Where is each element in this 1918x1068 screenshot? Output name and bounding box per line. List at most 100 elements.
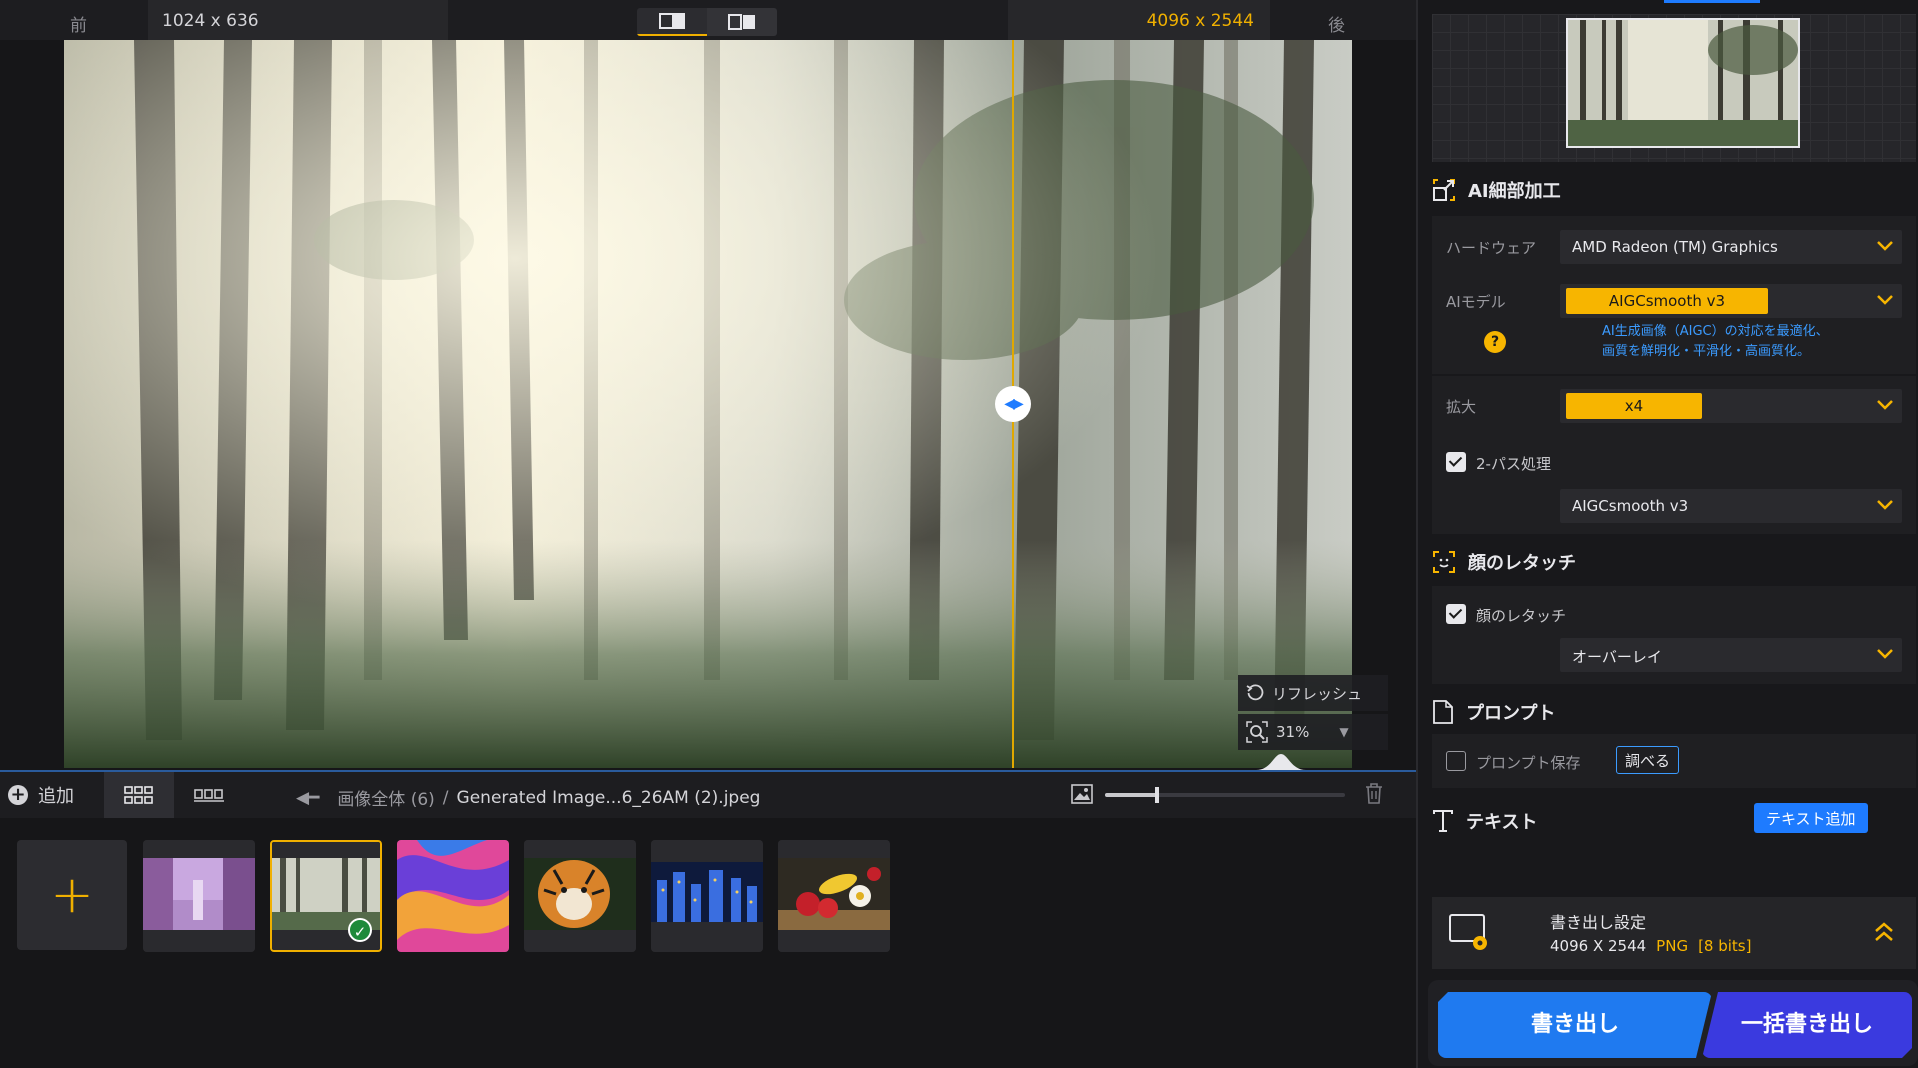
- scale-value: x4: [1566, 393, 1702, 419]
- ai-model-select[interactable]: AIGCsmooth v3: [1560, 284, 1902, 318]
- two-pass-model-select[interactable]: AIGCsmooth v3: [1560, 489, 1902, 523]
- two-pass-checkbox[interactable]: [1446, 452, 1466, 472]
- prompt-save-label: プロンプト保存: [1476, 754, 1581, 772]
- ai-upscale-icon: [1433, 179, 1455, 201]
- zoom-icon: [1246, 721, 1268, 743]
- add-image-tile[interactable]: +: [17, 840, 127, 950]
- add-text-button[interactable]: テキスト追加: [1754, 803, 1868, 833]
- text-section-header: テキスト: [1432, 808, 1537, 834]
- split-view-button[interactable]: [637, 8, 707, 36]
- two-pass-label: 2-パス処理: [1476, 455, 1551, 473]
- breadcrumb: ◀━ 画像全体 (6) / Generated Image...6_26AM (…: [296, 785, 760, 811]
- export-settings[interactable]: 書き出し設定 4096 X 2544 PNG [8 bits]: [1432, 897, 1916, 969]
- two-pass-model-value: AIGCsmooth v3: [1572, 497, 1689, 515]
- image-size-icon: [1071, 784, 1093, 804]
- examine-button[interactable]: 調べる: [1616, 746, 1680, 774]
- refresh-label: リフレッシュ: [1272, 684, 1363, 703]
- thumbnail-misty-forest[interactable]: ✓: [270, 840, 382, 952]
- prompt-section-title: プロンプト: [1466, 703, 1556, 724]
- settings-panel: AI細部加工 ハードウェア AMD Radeon (TM) Graphics A…: [1416, 0, 1918, 1068]
- abstract-waves-image: [397, 840, 509, 952]
- ai-model-hint-line1: AI生成画像（AIGC）の対応を最適化、: [1602, 324, 1829, 339]
- divider: [1432, 374, 1916, 376]
- thumbnail-strip: + ✓: [0, 818, 1416, 1068]
- back-arrow-icon[interactable]: ◀━: [296, 788, 319, 808]
- grid-view-button[interactable]: [104, 772, 174, 818]
- ai-section-header: AI細部加工: [1432, 177, 1561, 203]
- drag-arrows-icon: ◀▶: [1004, 396, 1023, 412]
- ai-section-title: AI細部加工: [1468, 181, 1561, 202]
- ai-model-hint-line2: 画質を鮮明化・平滑化・高画質化。: [1602, 344, 1811, 359]
- slider-fill: [1105, 793, 1157, 797]
- face-retouch-label: 顔のレタッチ: [1476, 607, 1567, 625]
- thumbnail-size-slider[interactable]: [1105, 787, 1345, 803]
- slider-knob[interactable]: [1155, 787, 1159, 803]
- navigator-thumbnail[interactable]: [1566, 18, 1800, 148]
- export-settings-title: 書き出し設定: [1550, 913, 1647, 932]
- export-summary: 4096 X 2544 PNG [8 bits]: [1550, 937, 1751, 955]
- filmstrip-view-button[interactable]: [174, 772, 244, 818]
- fruit-flowers-image: [778, 840, 890, 952]
- after-label: 後: [1328, 16, 1345, 36]
- chevron-down-icon: ▼: [1339, 725, 1349, 739]
- thumbnail-night-city[interactable]: [651, 840, 763, 952]
- ai-model-label: AIモデル: [1446, 293, 1506, 311]
- image-compare-viewer[interactable]: ◀▶: [64, 40, 1352, 768]
- scale-label: 拡大: [1446, 398, 1477, 416]
- breadcrumb-root[interactable]: 画像全体 (6): [337, 785, 434, 810]
- anime-city-image: [143, 840, 255, 952]
- refresh-button[interactable]: リフレッシュ: [1238, 675, 1388, 711]
- face-retouch-checkbox[interactable]: [1446, 604, 1466, 624]
- ai-model-value: AIGCsmooth v3: [1566, 288, 1768, 314]
- chevron-down-icon: [1877, 400, 1893, 410]
- panel-tab-indicator: [1664, 0, 1760, 3]
- before-label: 前: [70, 16, 87, 36]
- prompt-save-checkbox[interactable]: [1446, 751, 1466, 771]
- side-by-side-icon: [728, 14, 755, 30]
- prompt-settings-box: プロンプト保存 調べる: [1432, 734, 1916, 788]
- face-settings-box: 顔のレタッチ オーバーレイ: [1432, 586, 1916, 684]
- trash-icon[interactable]: [1364, 782, 1384, 804]
- batch-export-button[interactable]: 一括書き出し: [1702, 992, 1912, 1058]
- night-city-image: [651, 840, 763, 952]
- face-mode-value: オーバーレイ: [1572, 648, 1662, 666]
- ai-settings-box: ハードウェア AMD Radeon (TM) Graphics AIモデル AI…: [1432, 216, 1916, 534]
- text-icon: [1433, 810, 1453, 832]
- scale-select[interactable]: x4: [1560, 389, 1902, 423]
- export-format: PNG: [1656, 937, 1689, 955]
- export-button[interactable]: 書き出し: [1438, 992, 1712, 1058]
- plus-circle-icon: +: [8, 785, 28, 805]
- thumbnail-anime-city[interactable]: [143, 840, 255, 952]
- hardware-value: AMD Radeon (TM) Graphics: [1572, 238, 1778, 256]
- add-image-button[interactable]: + 追加: [8, 782, 74, 808]
- thumbnail-abstract-waves[interactable]: [397, 840, 509, 952]
- hardware-select[interactable]: AMD Radeon (TM) Graphics: [1560, 230, 1902, 264]
- help-icon[interactable]: ?: [1484, 331, 1506, 353]
- face-section-title: 顔のレタッチ: [1468, 553, 1576, 574]
- chevron-down-icon: [1877, 649, 1893, 659]
- chevron-double-up-icon[interactable]: [1874, 921, 1894, 943]
- hardware-label: ハードウェア: [1446, 239, 1537, 257]
- chevron-down-icon: [1877, 241, 1893, 251]
- compare-topbar: 前 1024 x 636 4096 x 2544 後: [0, 0, 1416, 40]
- gallery-toolbar: + 追加 ◀━ 画像全体 (6) / Generated Image...6_2…: [0, 770, 1416, 818]
- chevron-down-icon: [1877, 295, 1893, 305]
- chevron-down-icon: [1877, 500, 1893, 510]
- face-section-header: 顔のレタッチ: [1432, 549, 1576, 575]
- histogram-icon: [1256, 754, 1306, 770]
- view-mode-toggle: [637, 8, 777, 36]
- compare-divider-handle[interactable]: ◀▶: [995, 386, 1031, 422]
- tiger-image: [524, 840, 636, 952]
- side-by-side-button[interactable]: [707, 8, 777, 36]
- filmstrip-view-icon: [194, 789, 224, 802]
- add-label: 追加: [38, 786, 74, 807]
- thumbnail-fruit-flowers[interactable]: [778, 840, 890, 952]
- face-mode-select[interactable]: オーバーレイ: [1560, 638, 1902, 672]
- export-settings-icon: [1449, 914, 1487, 950]
- thumbnail-tiger[interactable]: [524, 840, 636, 952]
- export-dimensions: 4096 X 2544: [1550, 937, 1647, 955]
- navigator-forest-image: [1568, 20, 1798, 146]
- plus-icon: +: [50, 865, 94, 925]
- editor-area: 前 1024 x 636 4096 x 2544 後 ◀▶ リフレッシュ 31%…: [0, 0, 1416, 1068]
- zoom-control[interactable]: 31% ▼: [1238, 714, 1388, 750]
